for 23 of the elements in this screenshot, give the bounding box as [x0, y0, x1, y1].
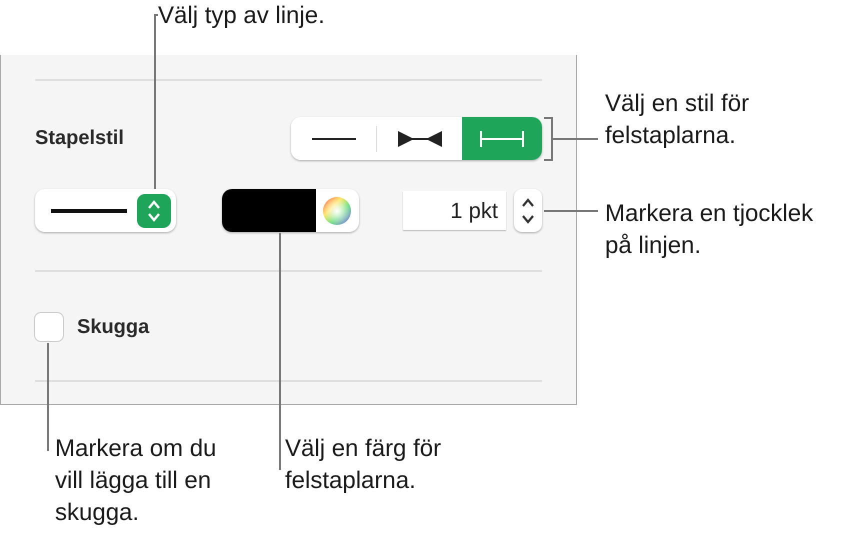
style-segment[interactable]: [377, 117, 462, 160]
callout-text: Välj typ av linje.: [158, 1, 326, 31]
leader-line: [553, 138, 598, 140]
thickness-field[interactable]: 1 pkt: [403, 191, 506, 230]
callout-text: Välj en stil för felstaplarna.: [605, 89, 750, 151]
line-icon: [312, 136, 356, 140]
checkbox-label: Skugga: [77, 316, 150, 338]
callout-text: Markera om du vill lägga till en skugga.: [55, 434, 218, 528]
inward-arrows-icon: [398, 130, 442, 146]
callout-text: Välj en färg för felstaplarna.: [285, 434, 442, 496]
end-caps-icon: [480, 130, 524, 146]
style-segment[interactable]: [291, 117, 376, 160]
checkbox[interactable]: [35, 313, 63, 341]
leader-line: [544, 210, 598, 212]
stepper[interactable]: [514, 189, 542, 232]
bracket: [544, 117, 553, 161]
color-wheel-icon: [322, 196, 352, 226]
updown-chevron-icon: [520, 196, 536, 226]
updown-chevron-icon: [137, 194, 171, 228]
section-title: Stapelstil: [35, 127, 124, 150]
color-well[interactable]: [222, 189, 359, 232]
callout-text: Markera en tjocklek på linjen.: [605, 199, 814, 261]
line-style-popup[interactable]: [35, 189, 176, 232]
